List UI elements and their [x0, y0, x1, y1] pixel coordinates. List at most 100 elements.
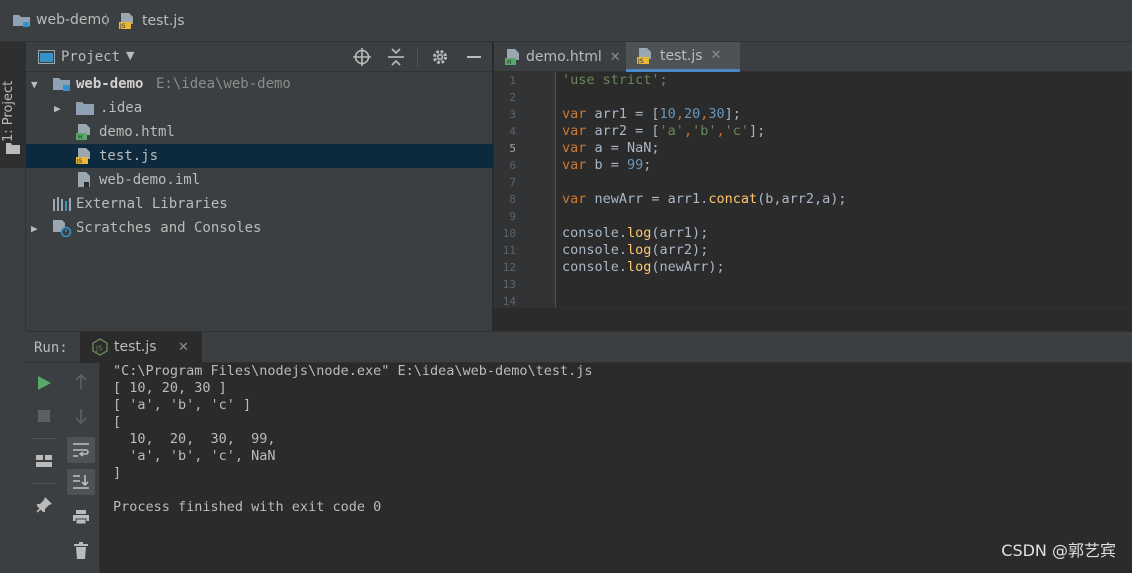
locate-target-icon[interactable]: [353, 48, 371, 66]
tree-item-web-demo[interactable]: ▼ web-demo E:\idea\web-demo: [26, 72, 493, 96]
nodejs-icon: JS: [92, 338, 108, 356]
line-number: 3: [509, 108, 516, 121]
code-function: log: [627, 242, 652, 258]
code-keyword: var: [562, 157, 587, 173]
scroll-to-end-icon: [73, 475, 89, 489]
js-file-icon: JS: [119, 13, 133, 30]
close-icon[interactable]: ✕: [711, 48, 722, 63]
run-secondary-toolbar: [62, 363, 100, 573]
code-string: 'c': [724, 123, 749, 139]
code-number: 30: [708, 106, 725, 122]
soft-wrap-button[interactable]: [67, 437, 95, 463]
code-function: log: [627, 225, 652, 241]
tree-item-external-libraries[interactable]: External Libraries: [26, 192, 493, 216]
run-panel-header: Run: JS test.js ✕: [26, 331, 1132, 363]
tab-test-js[interactable]: JS test.js ✕: [626, 42, 740, 72]
folder-icon: [76, 102, 94, 115]
breadcrumb-file-label: test.js: [142, 13, 185, 29]
line-number: 4: [509, 125, 516, 138]
stop-icon[interactable]: [36, 408, 52, 424]
scratches-icon: [53, 220, 72, 237]
arrow-up-icon[interactable]: [74, 374, 88, 390]
line-number: 13: [502, 278, 516, 291]
code-function: log: [627, 259, 652, 275]
line-number: 8: [509, 193, 516, 206]
expanded-arrow-icon[interactable]: ▼: [31, 78, 38, 91]
arrow-down-icon[interactable]: [74, 408, 88, 424]
collapsed-arrow-icon[interactable]: ▶: [31, 222, 38, 235]
tree-item-web-demo-iml[interactable]: web-demo.iml: [26, 168, 493, 192]
pin-icon[interactable]: [35, 496, 53, 514]
project-view-icon: [38, 50, 55, 64]
code-line: 'use strict';: [562, 72, 668, 89]
run-tab-test-js[interactable]: JS test.js ✕: [80, 332, 202, 363]
code-string: 'b': [692, 123, 717, 139]
tree-item-label: .idea: [100, 100, 143, 116]
tree-item-label: web-demo: [76, 76, 144, 92]
code-editor[interactable]: 'use strict'; var arr1 = [10,20,30]; var…: [557, 72, 1132, 307]
svg-text:JS: JS: [95, 345, 103, 353]
code-text: arr1 = [: [586, 106, 660, 122]
collapsed-arrow-icon[interactable]: ▶: [54, 102, 61, 115]
tab-label: test.js: [660, 47, 703, 64]
line-number: 10: [502, 227, 516, 240]
console-line: Process finished with exit code 0: [113, 499, 382, 515]
code-keyword: var: [562, 106, 587, 122]
code-line: var a = NaN;: [562, 140, 660, 157]
code-text: ;: [643, 157, 652, 173]
run-icon[interactable]: [36, 375, 52, 391]
tree-item-label: demo.html: [99, 124, 175, 140]
breadcrumb-project[interactable]: web-demo: [12, 12, 110, 28]
tab-label: demo.html: [526, 49, 602, 65]
close-icon[interactable]: ✕: [178, 340, 189, 355]
code-line: console.log(newArr);: [562, 259, 725, 276]
layout-icon[interactable]: [35, 453, 53, 469]
print-icon[interactable]: [72, 509, 90, 525]
code-text: console.: [562, 242, 628, 258]
editor-horizontal-scroll-area: [494, 307, 1132, 331]
breadcrumb-file[interactable]: JS test.js: [118, 12, 185, 30]
toolbar-divider: [32, 438, 56, 439]
code-text: a = NaN;: [586, 140, 660, 156]
code-text: (b,arr2,a);: [757, 191, 847, 207]
tree-item-idea[interactable]: ▶ .idea: [26, 96, 493, 120]
breadcrumb-project-label: web-demo: [36, 12, 110, 28]
editor-tab-bar: H demo.html ✕ JS test.js ✕: [494, 42, 1132, 72]
close-icon[interactable]: ✕: [610, 50, 621, 65]
module-folder-icon: [13, 15, 30, 27]
code-line: var newArr = arr1.concat(b,arr2,a);: [562, 191, 847, 208]
code-text: ];: [724, 106, 741, 122]
tree-item-demo-html[interactable]: H demo.html: [26, 120, 493, 144]
header-divider: [417, 48, 418, 66]
code-text: (arr1);: [651, 225, 709, 241]
console-line: "C:\Program Files\nodejs\node.exe" E:\id…: [113, 363, 593, 379]
tree-item-label: Scratches and Consoles: [76, 220, 262, 236]
folder-icon: [6, 143, 20, 154]
svg-text:JS: JS: [637, 58, 644, 65]
tree-item-test-js[interactable]: JS test.js: [26, 144, 493, 168]
code-string: 'a': [659, 123, 684, 139]
gear-icon[interactable]: [431, 48, 449, 66]
code-function: concat: [708, 191, 758, 207]
console-line: ]: [113, 465, 122, 481]
console-line: 10, 20, 30, 99,: [113, 431, 276, 447]
tree-item-path: E:\idea\web-demo: [156, 76, 291, 92]
console-output[interactable]: "C:\Program Files\nodejs\node.exe" E:\id…: [101, 363, 1132, 573]
js-file-icon: JS: [637, 47, 651, 65]
html-file-icon: H: [76, 124, 90, 141]
line-number: 11: [502, 244, 516, 257]
tree-item-label: web-demo.iml: [99, 172, 201, 188]
hide-panel-icon[interactable]: [466, 48, 482, 66]
collapse-all-icon[interactable]: [388, 48, 404, 66]
tree-item-label: External Libraries: [76, 196, 228, 212]
chevron-down-icon[interactable]: ▼: [126, 49, 134, 62]
tab-demo-html[interactable]: H demo.html ✕: [494, 42, 624, 72]
line-number: 2: [509, 91, 516, 104]
scroll-to-end-button[interactable]: [67, 469, 95, 495]
tree-item-scratches[interactable]: ▶ Scratches and Consoles: [26, 216, 493, 240]
code-text: (arr2);: [651, 242, 709, 258]
run-tab-label: test.js: [114, 339, 157, 355]
trash-icon[interactable]: [73, 542, 89, 560]
project-view-selector[interactable]: Project: [61, 49, 120, 65]
console-line: [ 'a', 'b', 'c' ]: [113, 397, 252, 413]
